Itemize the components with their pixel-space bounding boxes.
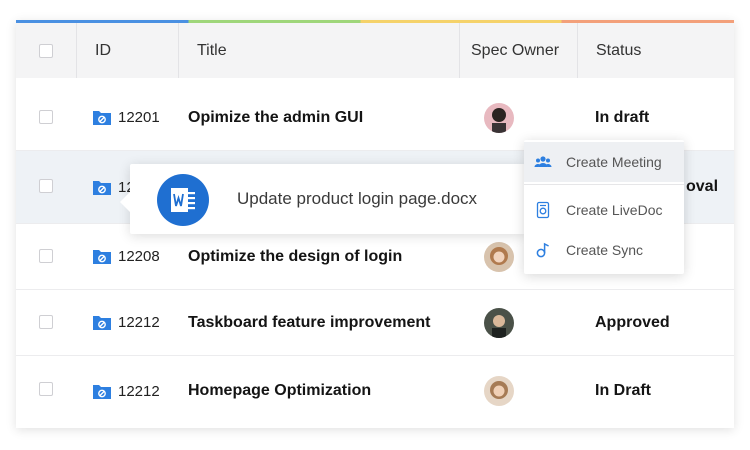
owner-avatar — [484, 242, 514, 272]
row-id-cell: 12212 — [92, 290, 160, 355]
row-checkbox[interactable] — [39, 315, 53, 329]
row-status: In Draft — [595, 382, 651, 399]
row-checkbox[interactable] — [39, 382, 53, 396]
table-row[interactable]: 12212 Homepage Optimization In Draft — [16, 356, 734, 426]
document-filename[interactable]: Update product login page.docx — [237, 164, 477, 234]
select-all-checkbox[interactable] — [39, 44, 53, 58]
menu-item-label: Create Meeting — [566, 154, 662, 170]
row-id: 12212 — [118, 382, 160, 400]
header-select-cell — [16, 23, 77, 78]
menu-item-create-livedoc[interactable]: Create LiveDoc — [524, 190, 684, 230]
owner-avatar — [484, 376, 514, 406]
word-doc-icon — [157, 174, 209, 226]
row-title[interactable]: Homepage Optimization — [188, 356, 371, 426]
folder-link-icon — [93, 111, 111, 125]
folder-link-icon — [93, 316, 111, 330]
menu-item-create-meeting[interactable]: Create Meeting — [524, 142, 684, 182]
document-popup[interactable]: Update product login page.docx — [120, 164, 525, 234]
row-title[interactable]: Taskboard feature improvement — [188, 290, 430, 355]
header-title[interactable]: Title — [179, 23, 460, 78]
owner-avatar — [484, 103, 514, 133]
livedoc-icon — [536, 201, 550, 219]
menu-item-create-sync[interactable]: Create Sync — [524, 230, 684, 270]
header-spec-owner[interactable]: Spec Owner — [460, 23, 578, 78]
people-group-icon — [534, 156, 552, 167]
folder-link-icon — [93, 250, 111, 264]
row-id-cell: 12 — [92, 151, 135, 223]
menu-item-label: Create Sync — [566, 242, 644, 258]
row-status: oval — [686, 178, 719, 195]
row-checkbox[interactable] — [39, 179, 53, 193]
row-checkbox[interactable] — [39, 249, 53, 263]
table-row[interactable]: 12212 Taskboard feature improvement Appr… — [16, 290, 734, 356]
row-id: 12212 — [118, 314, 160, 331]
row-id: 12201 — [118, 109, 160, 126]
header-id[interactable]: ID — [77, 23, 179, 78]
sync-note-icon — [536, 242, 549, 258]
row-title[interactable]: Opimize the admin GUI — [188, 85, 363, 150]
row-status: Approved — [595, 313, 670, 331]
row-id: 12208 — [118, 248, 160, 265]
table-header: ID Title Spec Owner Status — [16, 23, 734, 78]
row-checkbox[interactable] — [39, 110, 53, 124]
row-id-cell: 12201 — [92, 85, 160, 150]
row-id-cell: 12212 — [92, 356, 160, 426]
header-status[interactable]: Status — [578, 23, 734, 78]
folder-link-icon — [93, 384, 111, 399]
menu-divider — [524, 184, 684, 185]
folder-link-icon — [93, 180, 111, 195]
owner-avatar — [484, 308, 514, 338]
menu-item-label: Create LiveDoc — [566, 202, 663, 218]
create-context-menu: Create Meeting Create LiveDoc Create Syn… — [524, 140, 684, 274]
popup-arrow — [120, 192, 130, 212]
